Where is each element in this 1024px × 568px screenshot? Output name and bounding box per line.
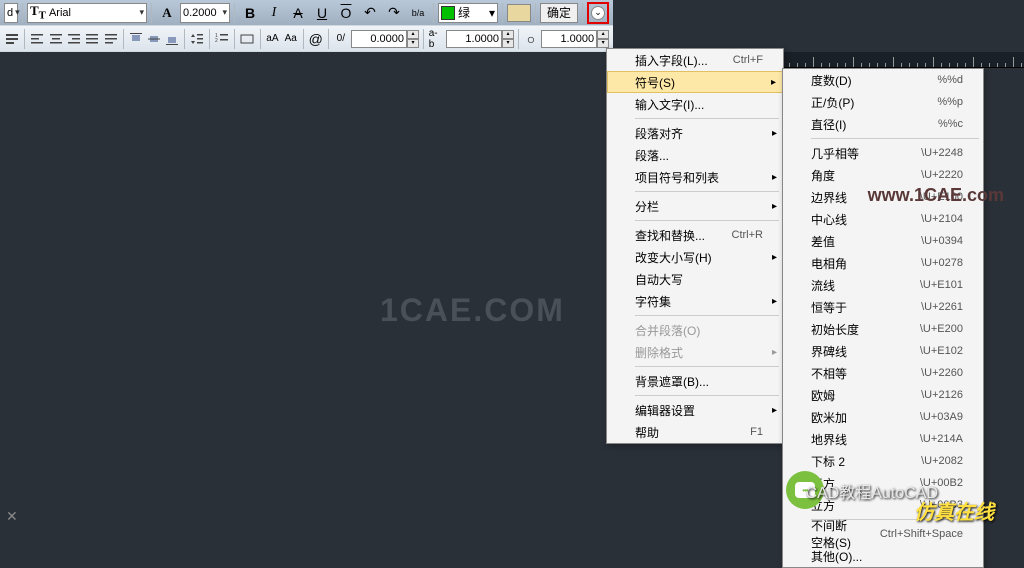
- oblique-input[interactable]: [351, 30, 407, 48]
- svg-text:2: 2: [215, 38, 218, 44]
- menu-item[interactable]: 电相角\U+0278: [783, 252, 983, 274]
- bold-button[interactable]: B: [239, 2, 261, 24]
- numbering-button[interactable]: 12: [214, 28, 230, 50]
- tracking-button[interactable]: a-b: [428, 28, 444, 50]
- menu-item[interactable]: 流线\U+E101: [783, 274, 983, 296]
- menu-item[interactable]: 背景遮罩(B)...: [607, 370, 783, 392]
- menu-item[interactable]: 不相等\U+2260: [783, 362, 983, 384]
- para-button[interactable]: [4, 28, 20, 50]
- menu-item[interactable]: 帮助F1: [607, 421, 783, 443]
- align-dist-button[interactable]: [102, 28, 118, 50]
- menu-item[interactable]: 符号(S)▸: [607, 71, 783, 93]
- menu-item[interactable]: 正/负(P)%%p: [783, 91, 983, 113]
- menu-item[interactable]: 字符集▸: [607, 290, 783, 312]
- tracking-input[interactable]: [446, 30, 502, 48]
- align-right-button[interactable]: [66, 28, 82, 50]
- italic-button[interactable]: I: [263, 2, 285, 24]
- menu-item[interactable]: 几乎相等\U+2248: [783, 142, 983, 164]
- lowercase-button[interactable]: Aa: [283, 28, 299, 50]
- size-dropdown[interactable]: 0.2000▾: [180, 3, 230, 23]
- menu-item[interactable]: 界碑线\U+E102: [783, 340, 983, 362]
- menu-item[interactable]: 自动大写: [607, 268, 783, 290]
- menu-item[interactable]: 改变大小写(H)▸: [607, 246, 783, 268]
- tracking-spinner[interactable]: ▴▾: [502, 30, 514, 48]
- valign-top-button[interactable]: [127, 28, 143, 50]
- width-spinner[interactable]: ▴▾: [597, 30, 609, 48]
- drawing-canvas[interactable]: 1CAE.COM ✕: [0, 52, 613, 531]
- style-dropdown[interactable]: d▾: [4, 3, 18, 23]
- redo-button[interactable]: ↷: [383, 2, 405, 24]
- overline-button[interactable]: O: [335, 2, 357, 24]
- font-dropdown[interactable]: TT Arial ▾: [27, 3, 147, 23]
- menu-item[interactable]: 不间断空格(S)Ctrl+Shift+Space: [783, 523, 983, 545]
- menu-item[interactable]: 段落对齐▸: [607, 122, 783, 144]
- context-menu[interactable]: 插入字段(L)...Ctrl+F符号(S)▸输入文字(I)... 段落对齐▸段落.…: [606, 48, 784, 444]
- align-justify-button[interactable]: [84, 28, 100, 50]
- menu-item[interactable]: 段落...: [607, 144, 783, 166]
- oblique-button[interactable]: 0/: [333, 28, 349, 50]
- watermark-url: www.1CAE.com: [868, 185, 1004, 206]
- color-swatch-icon: [441, 6, 455, 20]
- linespace-button[interactable]: [189, 28, 205, 50]
- close-icon[interactable]: ✕: [6, 508, 18, 525]
- oblique-spinner[interactable]: ▴▾: [407, 30, 419, 48]
- underline-button[interactable]: U: [311, 2, 333, 24]
- uppercase-button[interactable]: aA: [264, 28, 280, 50]
- menu-item[interactable]: 恒等于\U+2261: [783, 296, 983, 318]
- stack-button[interactable]: b/a: [407, 2, 429, 24]
- valign-bot-button[interactable]: [164, 28, 180, 50]
- undo-button[interactable]: ↶: [359, 2, 381, 24]
- ok-button[interactable]: 确定: [540, 3, 578, 23]
- menu-item[interactable]: 地界线\U+214A: [783, 428, 983, 450]
- caption-brand: 仿真在线: [914, 496, 994, 525]
- menu-item[interactable]: 分栏▸: [607, 195, 783, 217]
- menu-item[interactable]: 初始长度\U+E200: [783, 318, 983, 340]
- strike-button[interactable]: A: [287, 2, 309, 24]
- width-input[interactable]: [541, 30, 597, 48]
- field-button[interactable]: [239, 28, 255, 50]
- menu-item[interactable]: 项目符号和列表▸: [607, 166, 783, 188]
- menu-item[interactable]: 插入字段(L)...Ctrl+F: [607, 49, 783, 71]
- menu-item[interactable]: 角度\U+2220: [783, 164, 983, 186]
- annotative-button[interactable]: A: [156, 2, 178, 24]
- menu-item[interactable]: 输入文字(I)...: [607, 93, 783, 115]
- options-button[interactable]: ⌄: [587, 2, 609, 24]
- color-dropdown[interactable]: 绿 ▾: [438, 3, 498, 23]
- menu-item[interactable]: 度数(D)%%d: [783, 69, 983, 91]
- menu-item[interactable]: 欧姆\U+2126: [783, 384, 983, 406]
- menu-item[interactable]: 编辑器设置▸: [607, 399, 783, 421]
- menu-item[interactable]: 差值\U+0394: [783, 230, 983, 252]
- menu-item[interactable]: 其他(O)...: [783, 545, 983, 567]
- align-left-button[interactable]: [29, 28, 45, 50]
- menu-item[interactable]: 下标 2\U+2082: [783, 450, 983, 472]
- symbol-button[interactable]: @: [308, 28, 324, 50]
- width-button[interactable]: ○: [523, 28, 539, 50]
- valign-mid-button[interactable]: [146, 28, 162, 50]
- menu-item: 合并段落(O): [607, 319, 783, 341]
- align-center-button[interactable]: [47, 28, 63, 50]
- menu-item: 删除格式▸: [607, 341, 783, 363]
- menu-item[interactable]: 中心线\U+2104: [783, 208, 983, 230]
- menu-item[interactable]: 查找和替换...Ctrl+R: [607, 224, 783, 246]
- ruler-button[interactable]: [507, 4, 531, 22]
- menu-item[interactable]: 欧米加\U+03A9: [783, 406, 983, 428]
- font-icon: TT: [30, 3, 46, 22]
- watermark: 1CAE.COM: [380, 292, 565, 329]
- menu-item[interactable]: 直径(I)%%c: [783, 113, 983, 135]
